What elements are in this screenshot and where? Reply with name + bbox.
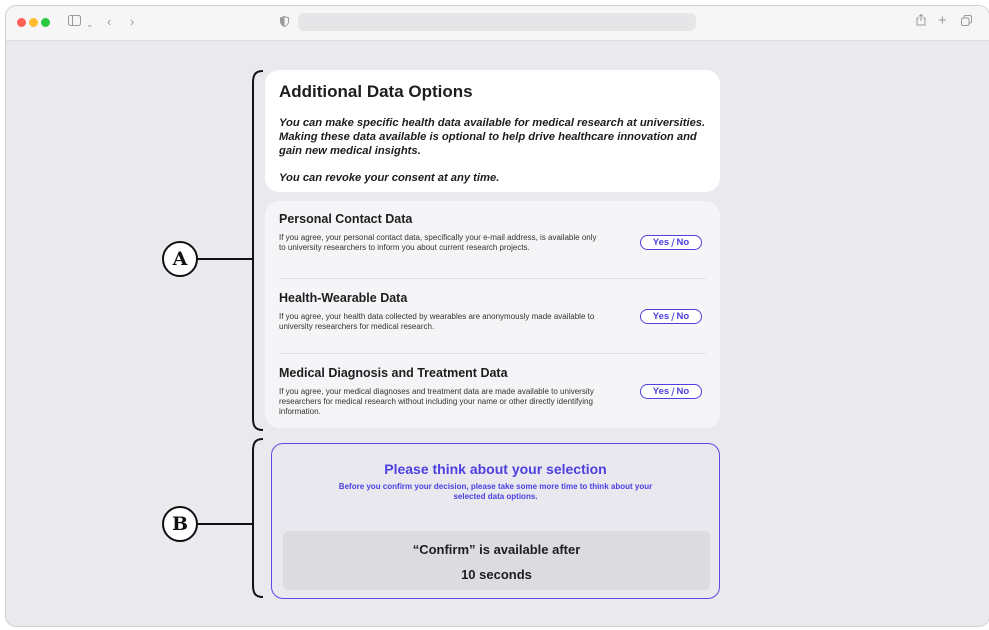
- shield-icon: [280, 15, 289, 31]
- reflection-note: Before you confirm your decision, please…: [338, 482, 653, 501]
- option-health-wearable: Health-Wearable Data If you agree, your …: [279, 279, 706, 354]
- minimize-window-button[interactable]: [29, 18, 38, 27]
- revoke-note: You can revoke your consent at any time.: [279, 172, 500, 184]
- page-title: Additional Data Options: [279, 82, 473, 101]
- yes-option[interactable]: Yes: [652, 311, 670, 322]
- back-icon[interactable]: ‹: [107, 14, 111, 30]
- confirm-countdown-timer: 10 seconds: [461, 567, 532, 582]
- yes-option[interactable]: Yes: [652, 237, 670, 248]
- browser-toolbar: ⌄ ‹ › +: [6, 6, 989, 41]
- close-window-button[interactable]: [17, 18, 26, 27]
- yes-option[interactable]: Yes: [652, 386, 670, 397]
- no-option[interactable]: No: [676, 311, 691, 322]
- confirm-countdown-label: “Confirm” is available after: [412, 542, 581, 557]
- page-content: A B Additional Data Options You can make…: [6, 41, 989, 626]
- bracket-a: [252, 70, 264, 431]
- toggle-divider: /: [671, 309, 675, 324]
- bracket-b: [252, 438, 264, 598]
- consent-toggle-personal-contact[interactable]: Yes / No: [640, 235, 702, 250]
- confirm-button-disabled: “Confirm” is available after 10 seconds: [283, 531, 710, 590]
- forward-icon[interactable]: ›: [130, 14, 134, 30]
- label-b: B: [162, 506, 198, 542]
- intro-card: Additional Data Options You can make spe…: [265, 70, 720, 192]
- no-option[interactable]: No: [676, 386, 691, 397]
- toggle-divider: /: [671, 235, 675, 250]
- sidebar-icon[interactable]: [68, 14, 81, 30]
- option-title: Health-Wearable Data: [279, 291, 408, 305]
- connector-a: [198, 258, 254, 260]
- option-description: If you agree, your health data collected…: [279, 312, 595, 331]
- reflection-card: Please think about your selection Before…: [271, 443, 720, 599]
- option-medical-diagnosis: Medical Diagnosis and Treatment Data If …: [279, 354, 706, 430]
- intro-paragraph: You can make specific health data availa…: [279, 117, 706, 157]
- share-icon[interactable]: [916, 13, 926, 30]
- zoom-window-button[interactable]: [41, 18, 50, 27]
- option-description: If you agree, your personal contact data…: [279, 233, 597, 252]
- connector-b: [198, 523, 254, 525]
- option-personal-contact: Personal Contact Data If you agree, your…: [279, 201, 706, 279]
- label-a: A: [162, 241, 198, 277]
- address-bar[interactable]: [298, 13, 696, 31]
- tabs-icon[interactable]: [961, 14, 972, 30]
- option-description: If you agree, your medical diagnoses and…: [279, 387, 594, 416]
- option-title: Medical Diagnosis and Treatment Data: [279, 366, 508, 380]
- consent-toggle-medical-diagnosis[interactable]: Yes / No: [640, 384, 702, 399]
- toggle-divider: /: [671, 384, 675, 399]
- no-option[interactable]: No: [676, 237, 691, 248]
- plus-icon[interactable]: +: [938, 13, 947, 29]
- browser-window: ⌄ ‹ › + A B Additional Data Options You …: [6, 6, 989, 626]
- consent-toggle-health-wearable[interactable]: Yes / No: [640, 309, 702, 324]
- chevron-down-icon[interactable]: ⌄: [86, 16, 94, 32]
- data-options-card: Personal Contact Data If you agree, your…: [265, 201, 720, 428]
- option-title: Personal Contact Data: [279, 212, 413, 226]
- reflection-title: Please think about your selection: [384, 461, 607, 477]
